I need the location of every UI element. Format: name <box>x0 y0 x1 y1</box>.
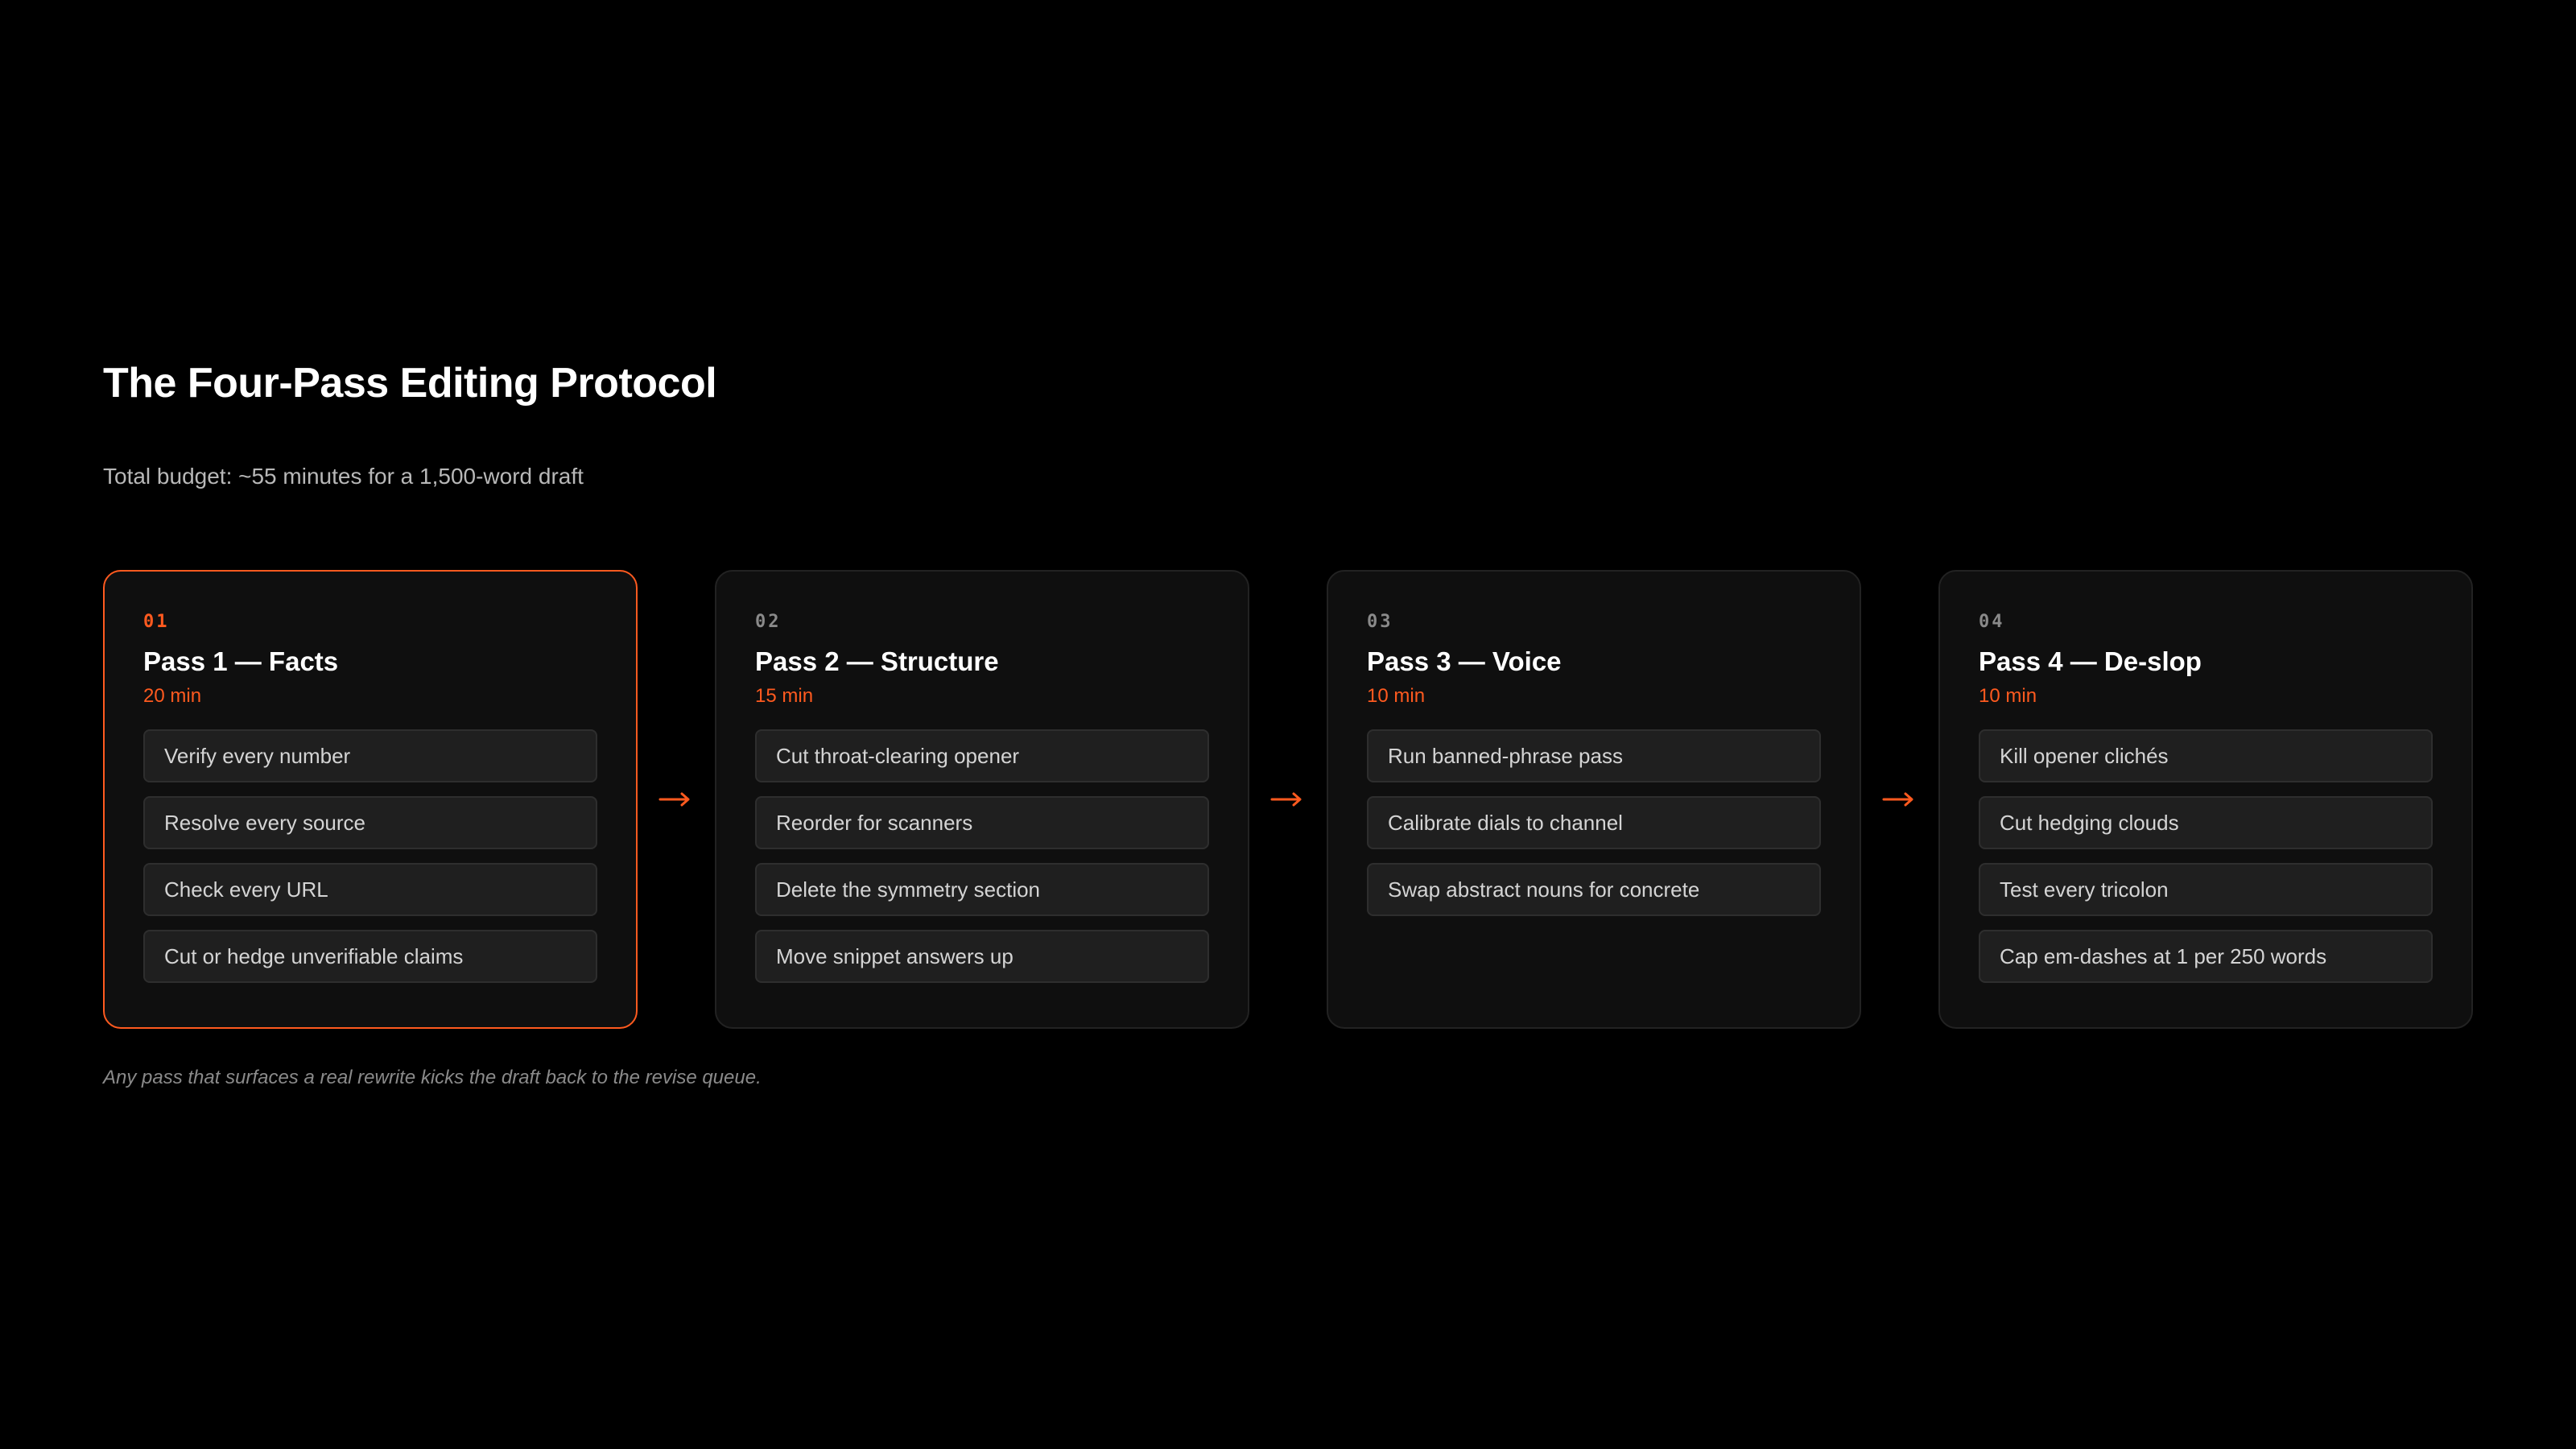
pass-number: 03 <box>1367 612 1393 632</box>
checklist-item: Check every URL <box>143 863 597 916</box>
checklist-item: Test every tricolon <box>1979 863 2433 916</box>
pass-title: Pass 2 — Structure <box>755 646 999 676</box>
checklist-item: Cut hedging clouds <box>1979 796 2433 849</box>
checklist-item: Calibrate dials to channel <box>1367 796 1821 849</box>
page-title: The Four-Pass Editing Protocol <box>103 360 717 407</box>
pass-checklist: Run banned-phrase pass Calibrate dials t… <box>1367 729 1821 916</box>
pass-card-facts: 01 Pass 1 — Facts 20 min Verify every nu… <box>103 570 638 1029</box>
pass-title: Pass 3 — Voice <box>1367 646 1562 676</box>
checklist-item: Cut or hedge unverifiable claims <box>143 930 597 983</box>
flow-connector <box>1861 570 1938 1029</box>
pass-duration: 10 min <box>1367 685 1426 707</box>
pass-card-structure: 02 Pass 2 — Structure 15 min Cut throat-… <box>715 570 1249 1029</box>
footnote: Any pass that surfaces a real rewrite ki… <box>103 1067 762 1088</box>
pass-title: Pass 4 — De-slop <box>1979 646 2202 676</box>
pass-title: Pass 1 — Facts <box>143 646 339 676</box>
page-subtitle: Total budget: ~55 minutes for a 1,500-wo… <box>103 464 584 489</box>
flow-connector <box>1249 570 1327 1029</box>
pass-card-de-slop: 04 Pass 4 — De-slop 10 min Kill opener c… <box>1938 570 2473 1029</box>
pass-duration: 15 min <box>755 685 814 707</box>
checklist-item: Reorder for scanners <box>755 796 1209 849</box>
checklist-item: Delete the symmetry section <box>755 863 1209 916</box>
flow-connector <box>638 570 715 1029</box>
pass-duration: 20 min <box>143 685 202 707</box>
pass-number: 04 <box>1979 612 2005 632</box>
checklist-item: Cut throat-clearing opener <box>755 729 1209 782</box>
checklist-item: Move snippet answers up <box>755 930 1209 983</box>
checklist-item: Verify every number <box>143 729 597 782</box>
pass-number: 01 <box>143 612 170 632</box>
pass-checklist: Cut throat-clearing opener Reorder for s… <box>755 729 1209 983</box>
checklist-item: Resolve every source <box>143 796 597 849</box>
pass-duration: 10 min <box>1979 685 2037 707</box>
arrow-right-icon <box>658 792 690 807</box>
checklist-item: Kill opener clichés <box>1979 729 2433 782</box>
arrow-right-icon <box>1270 792 1302 807</box>
checklist-item: Swap abstract nouns for concrete <box>1367 863 1821 916</box>
pass-flow: 01 Pass 1 — Facts 20 min Verify every nu… <box>103 570 2473 1029</box>
pass-card-voice: 03 Pass 3 — Voice 10 min Run banned-phra… <box>1327 570 1861 1029</box>
pass-checklist: Verify every number Resolve every source… <box>143 729 597 983</box>
arrow-right-icon <box>1882 792 1913 807</box>
pass-checklist: Kill opener clichés Cut hedging clouds T… <box>1979 729 2433 983</box>
checklist-item: Cap em-dashes at 1 per 250 words <box>1979 930 2433 983</box>
checklist-item: Run banned-phrase pass <box>1367 729 1821 782</box>
pass-number: 02 <box>755 612 782 632</box>
